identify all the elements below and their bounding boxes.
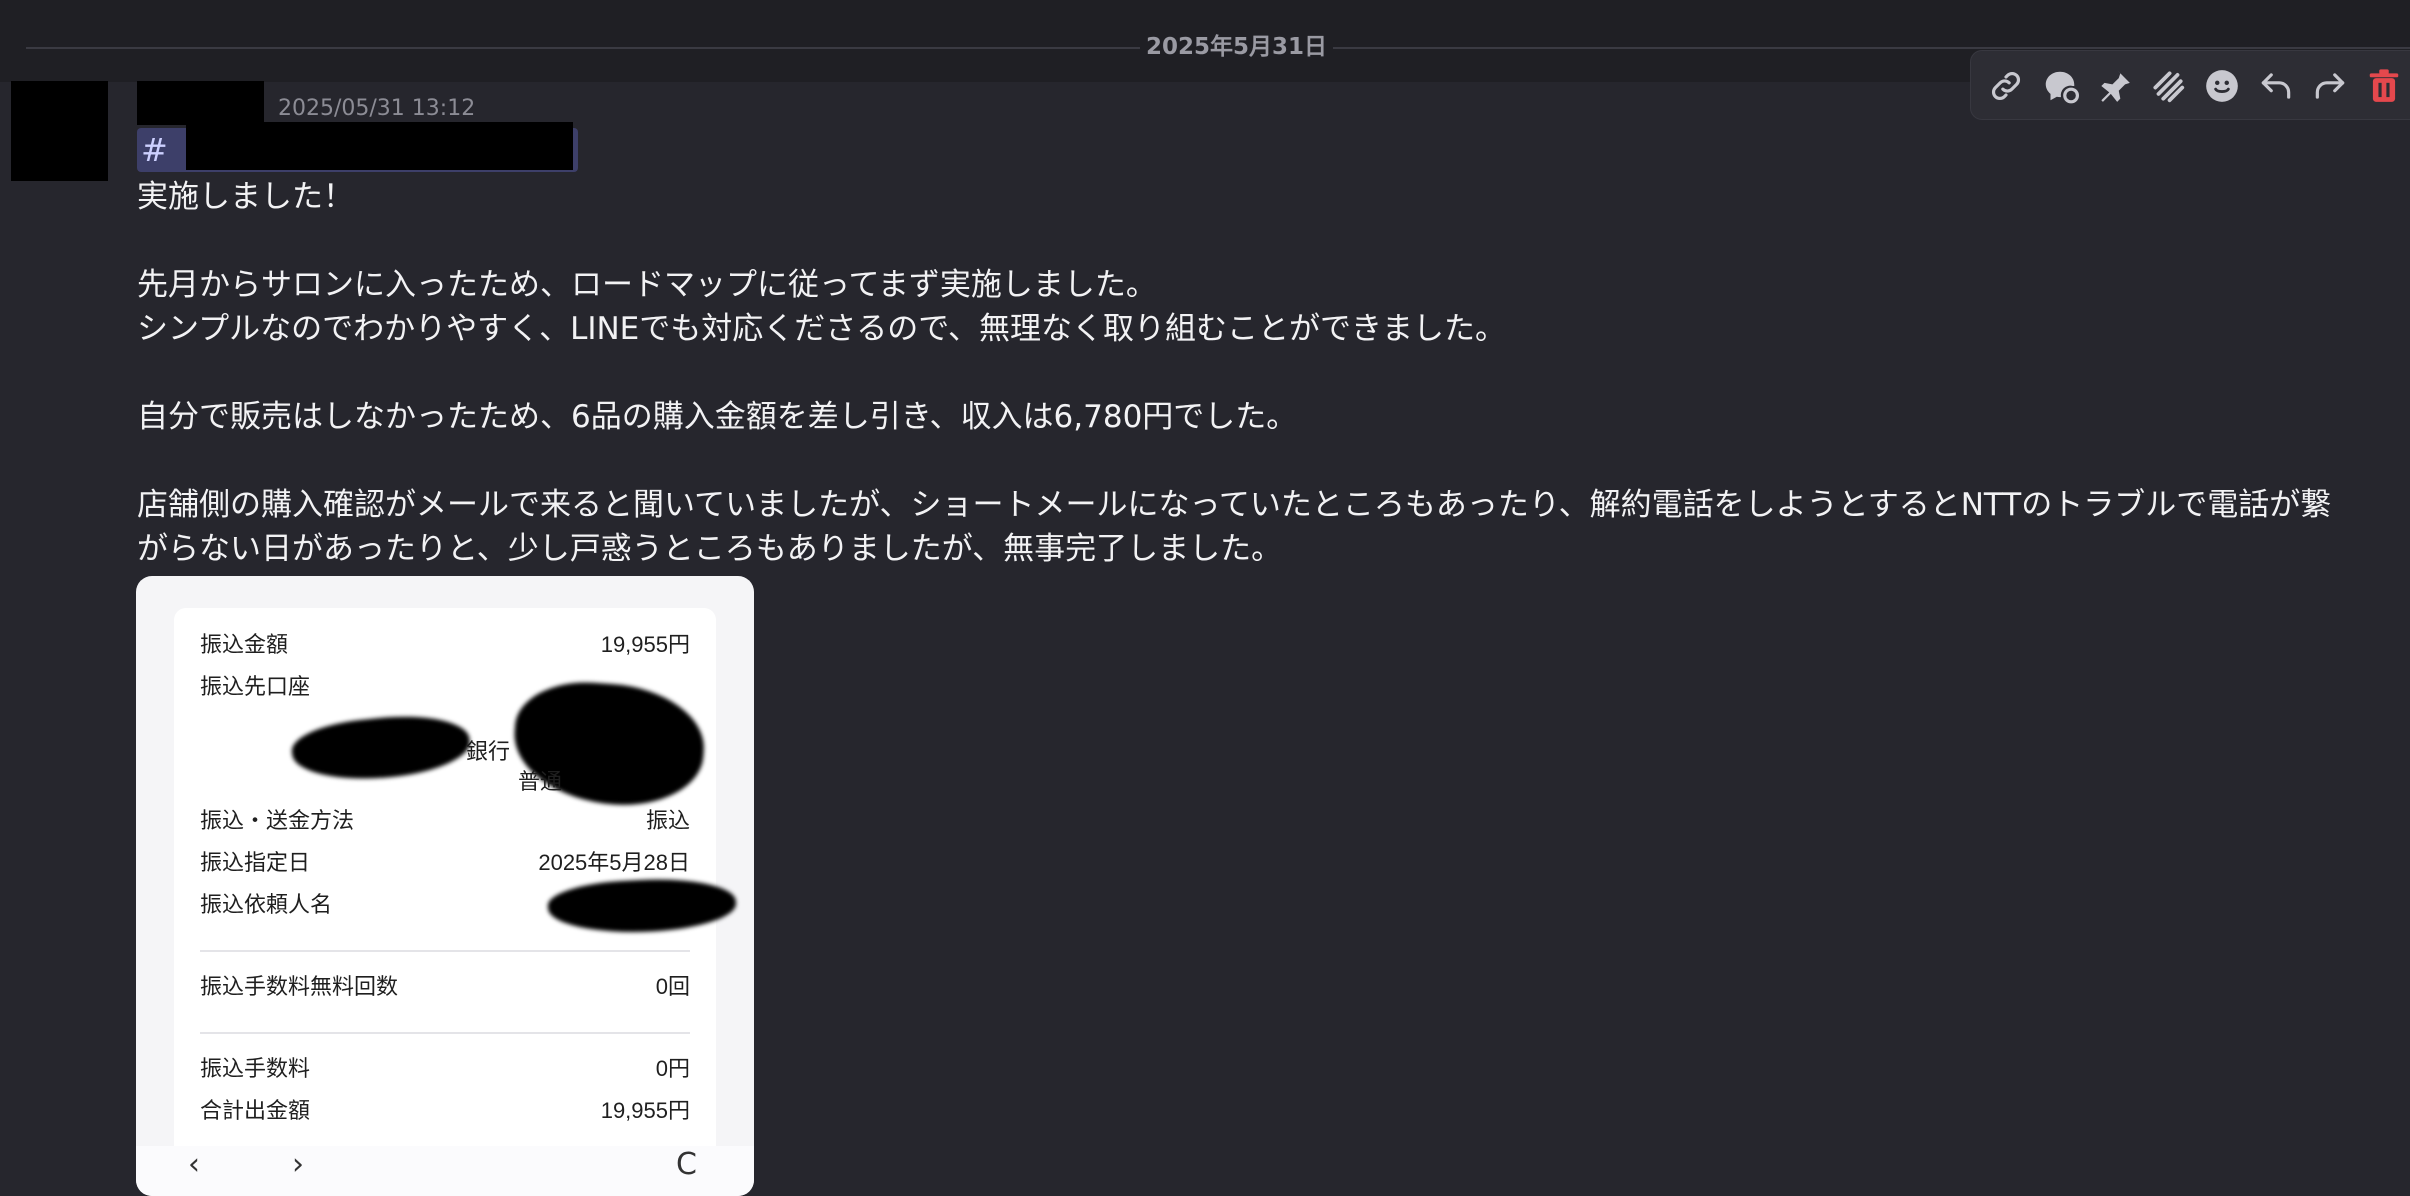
message-line: 店舗側の購入確認がメールで来ると聞いていましたが、ショートメールになっていたとこ… xyxy=(137,487,2332,523)
reload-icon: C xyxy=(676,1147,697,1182)
message-action-toolbar xyxy=(1970,50,2410,120)
thread-reply-icon[interactable] xyxy=(2041,67,2079,105)
message-timestamp[interactable]: 2025/05/31 13:12 xyxy=(278,95,475,123)
free-count-value: 0回 xyxy=(655,974,690,999)
method-value: 振込 xyxy=(645,808,690,833)
transfer-detail-card: 振込金額 19,955円 振込先口座 銀行 普通 振込・送金方法 振込 振込指定… xyxy=(174,608,738,1168)
channel-name-redacted xyxy=(186,122,573,170)
delete-icon[interactable] xyxy=(2365,67,2403,105)
date-label: 振込指定日 xyxy=(200,850,311,875)
free-count-label: 振込手数料無料回数 xyxy=(200,974,399,999)
pin-icon[interactable] xyxy=(2095,67,2133,105)
emoji-icon[interactable] xyxy=(2203,67,2241,105)
account-type: 普通 xyxy=(518,769,563,794)
amount-value: 19,955円 xyxy=(600,632,690,657)
author-name-redacted[interactable] xyxy=(137,81,264,125)
date-divider-label: 2025年5月31日 xyxy=(1140,32,1334,62)
avatar[interactable] xyxy=(11,81,108,181)
forward-icon[interactable] xyxy=(2311,67,2349,105)
attachment-image[interactable]: 振込金額 19,955円 振込先口座 銀行 普通 振込・送金方法 振込 振込指定… xyxy=(136,576,754,1196)
stack-icon[interactable] xyxy=(2149,67,2187,105)
divider xyxy=(200,1032,690,1034)
channel-hash-icon: # xyxy=(141,131,168,169)
total-label: 合計出金額 xyxy=(200,1098,311,1123)
reply-icon[interactable] xyxy=(2257,67,2295,105)
message-line: シンプルなのでわかりやすく、LINEでも対応くださるので、無理なく取り組むことが… xyxy=(137,311,1507,347)
message-line: 実施しました！ xyxy=(137,179,354,215)
account-label: 振込先口座 xyxy=(200,674,311,699)
divider xyxy=(200,950,690,952)
amount-label: 振込金額 xyxy=(200,632,289,657)
requester-label: 振込依頼人名 xyxy=(200,892,333,917)
date-value: 2025年5月28日 xyxy=(538,850,690,875)
back-icon: ‹ xyxy=(188,1147,200,1182)
link-icon[interactable] xyxy=(1987,67,2025,105)
method-label: 振込・送金方法 xyxy=(200,808,355,833)
message-line: がらない日があったりと、少し戸惑うところもありましたが、無事完了しました。 xyxy=(137,531,1283,567)
browser-bottom-bar xyxy=(136,1146,754,1196)
forward-nav-icon: › xyxy=(292,1147,304,1182)
message-body: 実施しました！ 先月からサロンに入ったため、ロードマップに従ってまず実施しました… xyxy=(137,175,2331,571)
message-line: 先月からサロンに入ったため、ロードマップに従ってまず実施しました。 xyxy=(137,267,1157,303)
message-line: 自分で販売はしなかったため、6品の購入金額を差し引き、収入は6,780円でした。 xyxy=(137,399,1298,435)
fee-value: 0円 xyxy=(655,1056,690,1081)
bank-suffix: 銀行 xyxy=(466,739,511,764)
fee-label: 振込手数料 xyxy=(200,1056,311,1081)
redaction-scribble xyxy=(289,708,473,788)
redaction-scribble xyxy=(546,875,738,937)
total-value: 19,955円 xyxy=(600,1098,690,1123)
